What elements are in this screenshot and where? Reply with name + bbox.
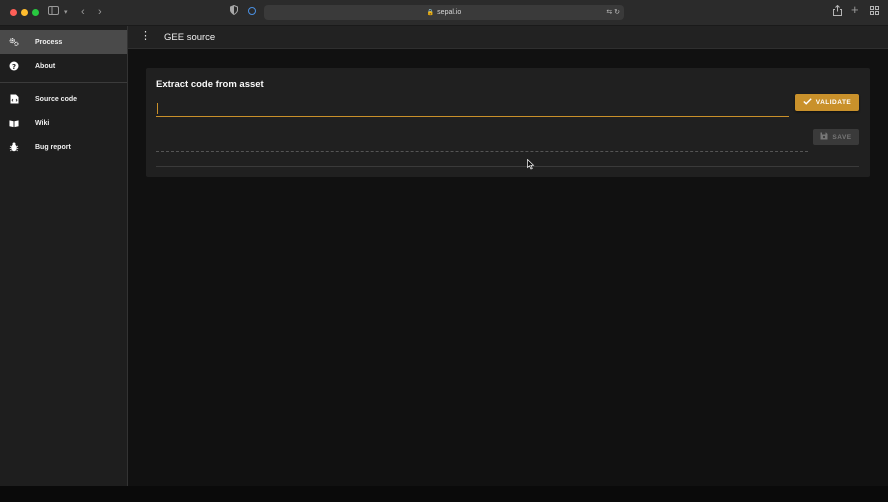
sidebar-link-source-code[interactable]: Source code: [0, 87, 127, 111]
shield-icon[interactable]: [230, 4, 238, 19]
extract-code-panel: Extract code from asset VALIDATE SAVE: [146, 68, 870, 177]
asset-input[interactable]: [156, 100, 789, 117]
save-label: SAVE: [832, 133, 852, 141]
chevron-down-icon[interactable]: ▾: [64, 6, 68, 20]
sidebar-link-bug-report[interactable]: Bug report: [0, 135, 127, 159]
file-code-icon: [9, 94, 19, 104]
extension-icon[interactable]: [248, 7, 256, 15]
code-output-field[interactable]: [156, 141, 808, 152]
sidebar-item-label: Bug report: [35, 143, 71, 151]
sidebar-item-about[interactable]: ? About: [0, 54, 127, 78]
forward-icon[interactable]: ›: [98, 5, 102, 19]
share-icon[interactable]: [833, 4, 842, 20]
sidebar-item-process[interactable]: Process: [0, 30, 127, 54]
back-icon[interactable]: ‹: [81, 5, 85, 19]
validate-label: VALIDATE: [815, 99, 852, 106]
question-icon: ?: [9, 61, 19, 71]
sidebar-item-label: Wiki: [35, 119, 50, 127]
check-icon: [803, 98, 812, 107]
tab-overview-icon[interactable]: [870, 5, 879, 19]
sidebar-item-label: Process: [35, 38, 63, 46]
browser-toolbar: ▾ ‹ › 🔒 sepal.io ⇆ ↻ +: [0, 0, 888, 26]
page-title: GEE source: [164, 32, 216, 43]
close-window-button[interactable]: [10, 9, 17, 16]
validate-button[interactable]: VALIDATE: [795, 94, 859, 111]
reload-icon[interactable]: ⇆ ↻: [606, 5, 620, 20]
save-button[interactable]: SAVE: [813, 129, 859, 145]
address-bar[interactable]: 🔒 sepal.io ⇆ ↻: [264, 5, 624, 20]
book-icon: [9, 118, 19, 128]
app-header: ⋮ GEE source: [128, 26, 888, 49]
minimize-window-button[interactable]: [21, 9, 28, 16]
text-caret: [157, 103, 158, 114]
mouse-cursor-icon: [527, 157, 535, 175]
floppy-disk-icon: [820, 132, 828, 142]
window-bottom-edge: [0, 486, 888, 502]
bug-icon: [9, 142, 19, 152]
gears-icon: [9, 37, 19, 47]
divider-line: [156, 166, 859, 167]
url-text: sepal.io: [437, 9, 462, 16]
sidebar-item-label: Source code: [35, 95, 78, 103]
sidebar-divider: [0, 82, 127, 83]
more-vert-icon[interactable]: ⋮: [140, 30, 151, 42]
panel-title: Extract code from asset: [156, 79, 264, 90]
sidebar-toggle-icon[interactable]: [48, 5, 59, 19]
svg-text:?: ?: [12, 63, 16, 71]
sidebar-item-label: About: [35, 62, 56, 70]
lock-icon: 🔒: [426, 10, 435, 16]
sidebar: Process ? About Source code Wiki Bug rep…: [0, 26, 128, 486]
maximize-window-button[interactable]: [32, 9, 39, 16]
sidebar-link-wiki[interactable]: Wiki: [0, 111, 127, 135]
main-content: Extract code from asset VALIDATE SAVE: [128, 49, 888, 486]
new-tab-icon[interactable]: +: [851, 3, 859, 17]
